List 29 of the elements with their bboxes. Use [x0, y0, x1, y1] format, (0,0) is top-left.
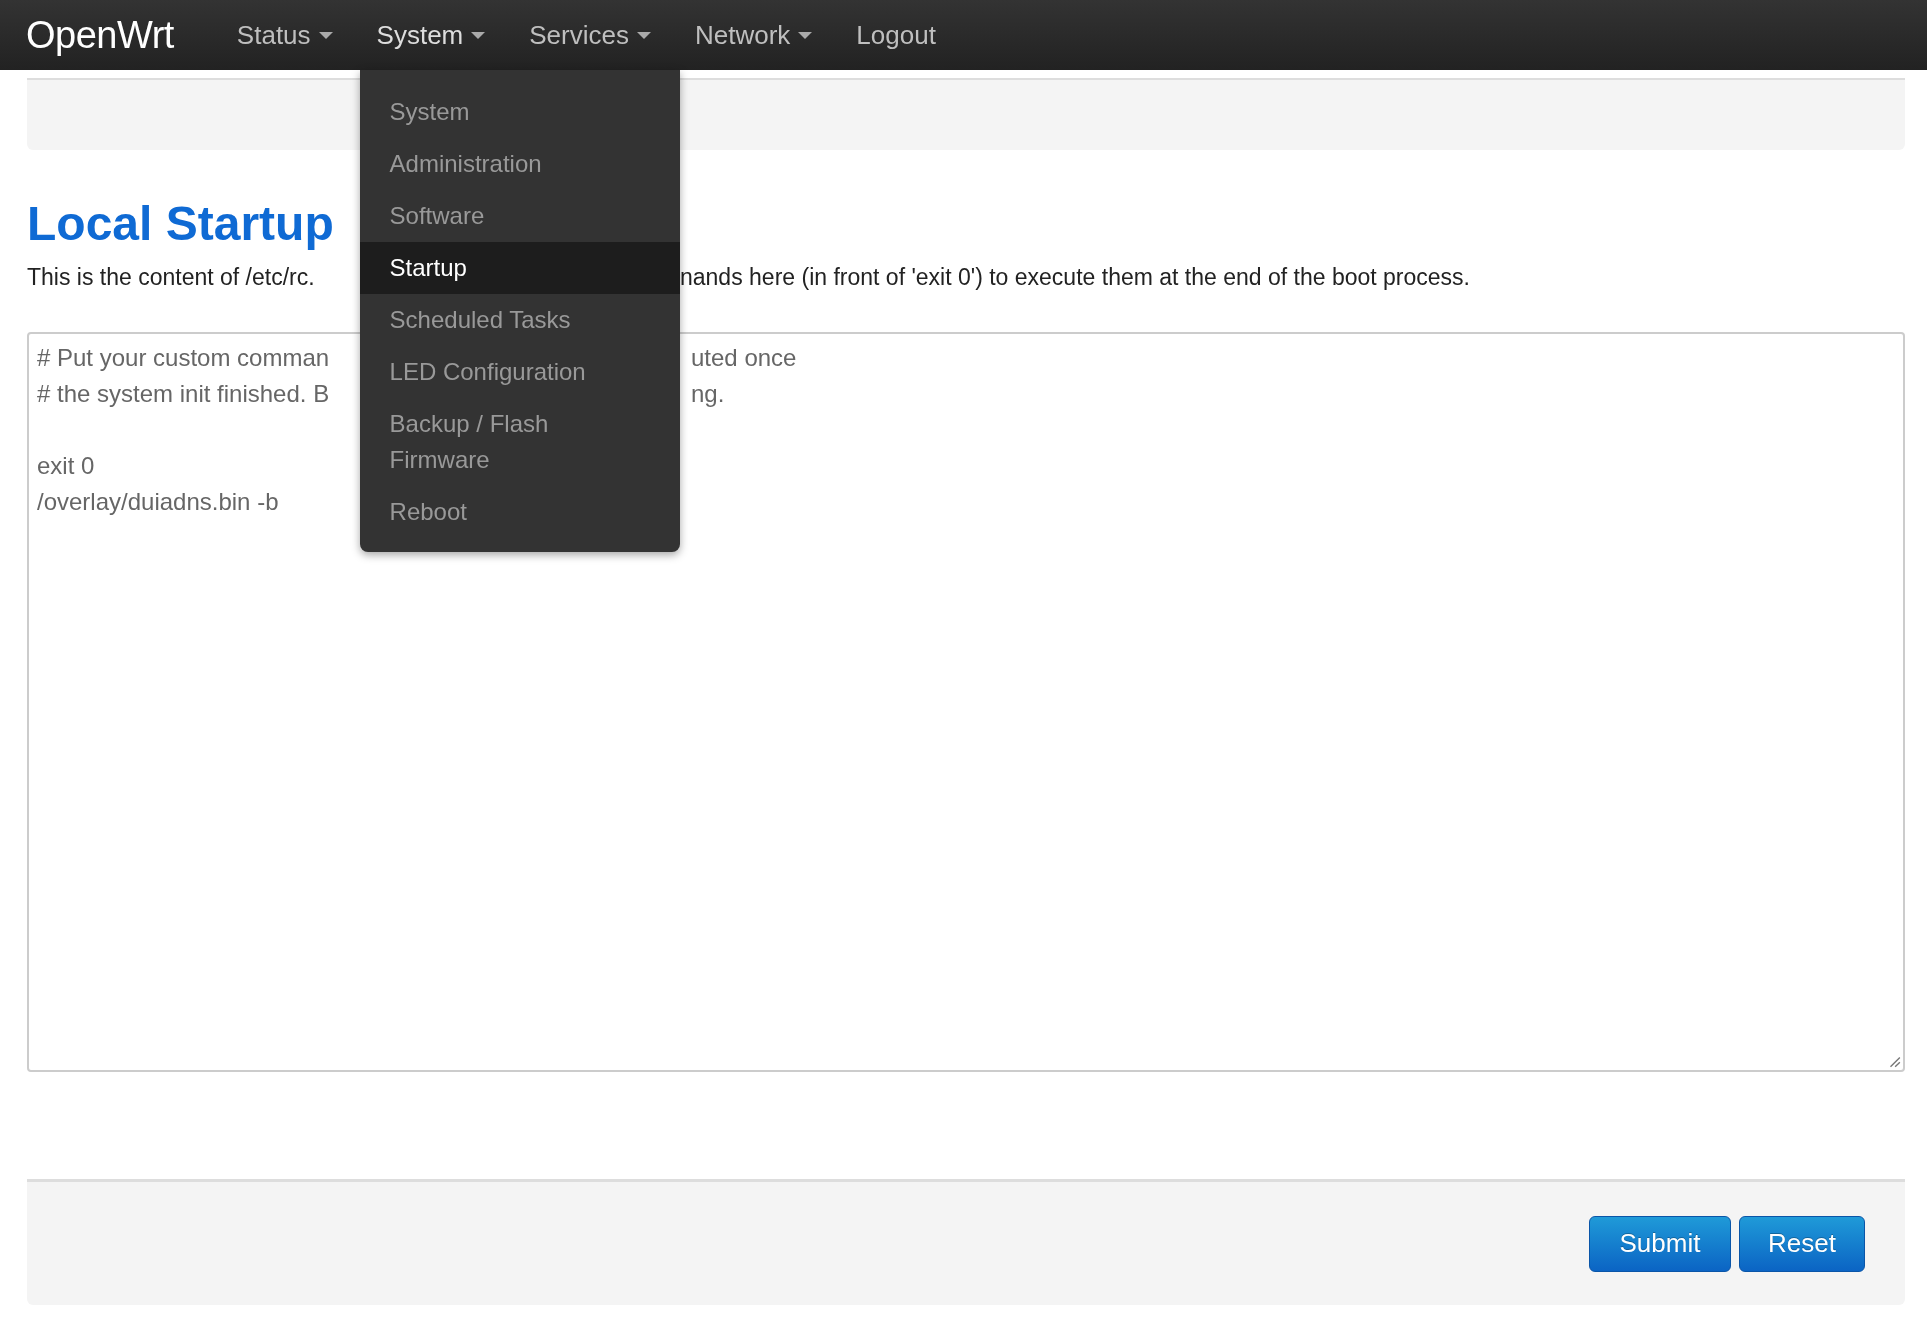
nav-menu-item[interactable]: Network [677, 0, 830, 70]
nav-menu-item[interactable]: Logout [839, 0, 953, 70]
form-button[interactable]: Submit [1589, 1215, 1731, 1272]
caret-icon [318, 31, 333, 39]
description-text: nands here (in front of 'exit 0') to execute them at the end of the boot process. [680, 263, 1470, 292]
caret-icon [471, 31, 486, 39]
nav-menu-item[interactable]: System [359, 0, 503, 70]
dropdown-item[interactable]: Administration [359, 138, 680, 190]
code-line: # Put your custom comman [37, 343, 330, 373]
code-line: uted once [691, 343, 797, 373]
code-line: exit 0 [37, 451, 95, 481]
caret-icon [636, 31, 651, 39]
code-line: ng. [691, 379, 725, 409]
dropdown-item[interactable]: Software [359, 190, 680, 242]
nav-menu-item[interactable]: Services [512, 0, 668, 70]
nav-menu-item[interactable]: Status [219, 0, 350, 70]
brand-logo[interactable]: OpenWrt [26, 13, 174, 57]
dropdown-item[interactable]: Backup / Flash Firmware [359, 398, 680, 486]
caret-icon [798, 31, 813, 39]
dropdown-item[interactable]: System [359, 86, 680, 138]
form-button[interactable]: Reset [1739, 1215, 1865, 1272]
code-line: /overlay/duiadns.bin -b [37, 487, 279, 517]
description-text: This is the content of /etc/rc. [27, 263, 315, 292]
dropdown-item[interactable]: Reboot [359, 486, 680, 538]
page-title: Local Startup [27, 196, 334, 252]
dropdown-item[interactable]: LED Configuration [359, 346, 680, 398]
dropdown-item[interactable]: Startup [359, 242, 680, 294]
code-line: # the system init finished. B [37, 379, 330, 409]
resize-handle-icon[interactable] [1887, 1054, 1901, 1068]
